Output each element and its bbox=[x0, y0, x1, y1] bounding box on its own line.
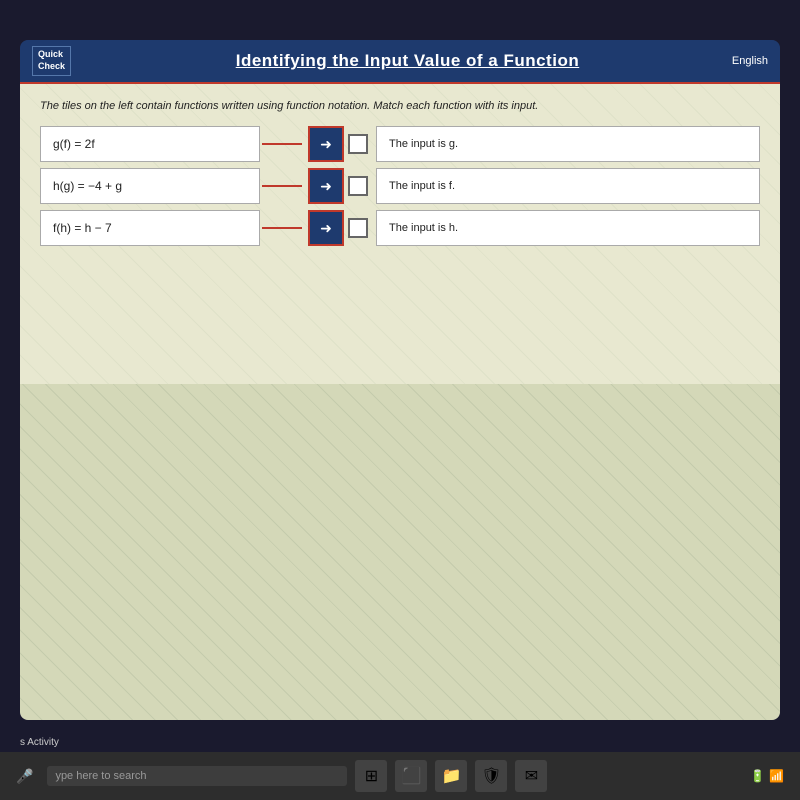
answer-checkbox-2[interactable] bbox=[348, 176, 368, 196]
instruction-text: The tiles on the left contain functions … bbox=[40, 100, 760, 112]
header-bar: Quick Check Identifying the Input Value … bbox=[20, 40, 780, 84]
taskbar-icon-shield[interactable]: 🛡 bbox=[475, 760, 507, 792]
connector-line-3 bbox=[262, 210, 302, 246]
answer-row-2: The input is f. bbox=[348, 168, 760, 204]
function-tile-3[interactable]: f(h) = h − 7 bbox=[40, 210, 260, 246]
browser-content: Quick Check Identifying the Input Value … bbox=[20, 40, 780, 720]
arrow-button-3[interactable] bbox=[308, 210, 344, 246]
answer-text-1[interactable]: The input is g. bbox=[376, 126, 760, 162]
mic-icon: 🎤 bbox=[16, 768, 33, 785]
answer-row-3: The input is h. bbox=[348, 210, 760, 246]
content-wrapper: The tiles on the left contain functions … bbox=[20, 84, 780, 720]
taskbar-icon-mail[interactable]: ✉ bbox=[515, 760, 547, 792]
answer-checkbox-1[interactable] bbox=[348, 134, 368, 154]
english-label: English bbox=[732, 55, 768, 67]
taskbar-bottom: 🎤 ype here to search ⊞ ⬛ 📁 🛡 ✉ 🔋 📶 bbox=[0, 752, 800, 800]
answer-row-1: The input is g. bbox=[348, 126, 760, 162]
taskbar: s Activity 🎤 ype here to search ⊞ ⬛ 📁 🛡 … bbox=[0, 720, 800, 800]
arrow-button-2[interactable] bbox=[308, 168, 344, 204]
answer-text-3[interactable]: The input is h. bbox=[376, 210, 760, 246]
connector-line-2 bbox=[262, 168, 302, 204]
wifi-icon: 📶 bbox=[769, 769, 784, 783]
arrow-button-1[interactable] bbox=[308, 126, 344, 162]
right-answers: The input is g. The input is f. bbox=[348, 126, 760, 246]
function-tile-2[interactable]: h(g) = −4 + g bbox=[40, 168, 260, 204]
search-area[interactable]: ype here to search bbox=[47, 766, 347, 786]
answer-text-2[interactable]: The input is f. bbox=[376, 168, 760, 204]
answer-checkbox-3[interactable] bbox=[348, 218, 368, 238]
matching-area: g(f) = 2f h(g) = −4 + g f(h) = h − 7 bbox=[40, 126, 760, 246]
main-content: The tiles on the left contain functions … bbox=[20, 84, 780, 384]
system-icons: 🔋 📶 bbox=[750, 769, 784, 783]
taskbar-icon-folder[interactable]: 📁 bbox=[435, 760, 467, 792]
laptop-screen: Quick Check Identifying the Input Value … bbox=[20, 40, 780, 720]
connector-line-1 bbox=[262, 126, 302, 162]
taskbar-icon-windows2[interactable]: ⬛ bbox=[395, 760, 427, 792]
arrow-buttons bbox=[308, 126, 344, 246]
page-title: Identifying the Input Value of a Functio… bbox=[83, 51, 732, 71]
connector-lines bbox=[262, 126, 302, 246]
function-tile-1[interactable]: g(f) = 2f bbox=[40, 126, 260, 162]
search-placeholder: ype here to search bbox=[55, 770, 146, 782]
taskbar-icon-windows[interactable]: ⊞ bbox=[355, 760, 387, 792]
quick-check-label: Quick Check bbox=[32, 46, 71, 75]
taskbar-activity-label: s Activity bbox=[20, 737, 59, 748]
battery-icon: 🔋 bbox=[750, 769, 765, 783]
lower-area bbox=[20, 384, 780, 720]
left-tiles: g(f) = 2f h(g) = −4 + g f(h) = h − 7 bbox=[40, 126, 260, 246]
